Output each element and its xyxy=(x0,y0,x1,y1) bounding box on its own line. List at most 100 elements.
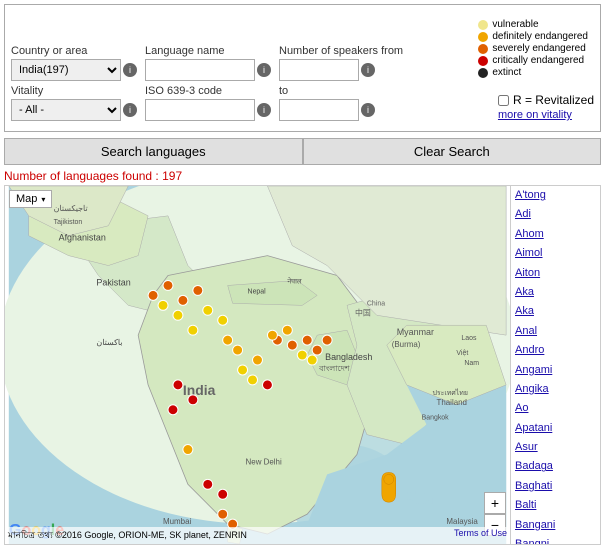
speakers-from-group: Number of speakers from i xyxy=(279,45,403,81)
main-content: Afghanistan Pakistan تاجیکستان Tajikisto… xyxy=(4,185,601,545)
country-select[interactable]: India(197) xyxy=(11,59,121,81)
legend-dot xyxy=(478,56,488,66)
search-buttons-row: Search languages Clear Search xyxy=(4,138,601,165)
language-list-item[interactable]: Aiton xyxy=(511,264,600,283)
language-list-item[interactable]: Angika xyxy=(511,380,600,399)
language-name-group: Language name i xyxy=(145,45,271,81)
language-list-item[interactable]: Balti xyxy=(511,496,600,515)
vitality-label: Vitality xyxy=(11,85,137,97)
iso-label: ISO 639-3 code xyxy=(145,85,271,97)
language-list-item[interactable]: Ao xyxy=(511,399,600,418)
svg-text:Gulf of: Gulf of xyxy=(407,489,428,496)
svg-text:(Burma): (Burma) xyxy=(392,340,421,349)
language-list-item[interactable]: Ahom xyxy=(511,225,600,244)
svg-text:China: China xyxy=(367,300,385,307)
language-list-item[interactable]: Andro xyxy=(511,341,600,360)
vitality-group: Vitality - All - i xyxy=(11,85,137,121)
language-list-item[interactable]: Bangni xyxy=(511,535,600,545)
country-group: Country or area India(197) i xyxy=(11,45,137,81)
svg-text:বাংলাদেশ: বাংলাদেশ xyxy=(318,364,350,373)
language-list-item[interactable]: Adi xyxy=(511,205,600,224)
svg-text:中国: 中国 xyxy=(355,307,371,317)
svg-text:Bangkok: Bangkok xyxy=(422,415,450,422)
svg-text:ประเทศไทย: ประเทศไทย xyxy=(433,388,468,397)
legend-label: definitely endangered xyxy=(492,31,588,42)
map-type-button[interactable]: Map ▾ xyxy=(9,190,52,208)
legend-item: vulnerable xyxy=(478,19,588,30)
svg-text:New Delhi: New Delhi xyxy=(246,457,282,466)
legend-item: definitely endangered xyxy=(478,31,588,42)
svg-text:Nam: Nam xyxy=(464,360,479,367)
map-type-label: Map xyxy=(16,193,37,205)
svg-text:Laos: Laos xyxy=(461,335,477,342)
language-list-item[interactable]: Bangani xyxy=(511,516,600,535)
legend-item: severely endangered xyxy=(478,43,588,54)
svg-text:Nepal: Nepal xyxy=(248,288,267,295)
legend-items: vulnerabledefinitely endangeredseverely … xyxy=(478,19,588,78)
search-languages-button[interactable]: Search languages xyxy=(4,138,303,165)
country-info-icon[interactable]: i xyxy=(123,63,137,77)
svg-text:नेपाल: नेपाल xyxy=(287,276,302,285)
legend-item: extinct xyxy=(478,67,588,78)
zoom-in-button[interactable]: + xyxy=(484,492,506,514)
legend-dot xyxy=(478,32,488,42)
search-tools-panel: Country or area India(197) i Language na… xyxy=(4,4,601,132)
language-list-item[interactable]: Anal xyxy=(511,322,600,341)
svg-text:Việt: Việt xyxy=(456,350,468,357)
vitality-info-icon[interactable]: i xyxy=(123,103,137,117)
svg-text:Mumbai: Mumbai xyxy=(163,517,191,526)
iso-info-icon[interactable]: i xyxy=(257,103,271,117)
svg-text:باکستان: باکستان xyxy=(96,338,122,347)
svg-text:Thailand: Thailand xyxy=(437,398,467,407)
language-list-item[interactable]: Asur xyxy=(511,438,600,457)
speakers-from-label: Number of speakers from xyxy=(279,45,403,57)
language-list-item[interactable]: Aka xyxy=(511,283,600,302)
speakers-from-info-icon[interactable]: i xyxy=(361,63,375,77)
language-name-label: Language name xyxy=(145,45,271,57)
map-container: Afghanistan Pakistan تاجیکستان Tajikisto… xyxy=(4,185,511,545)
speakers-from-input[interactable] xyxy=(279,59,359,81)
revitalized-checkbox[interactable] xyxy=(498,95,509,106)
language-list-item[interactable]: Apatani xyxy=(511,419,600,438)
svg-text:تاجیکستان: تاجیکستان xyxy=(54,204,88,213)
map-type-arrow-icon: ▾ xyxy=(41,195,45,204)
iso-group: ISO 639-3 code i xyxy=(145,85,271,121)
language-list-item[interactable]: A'tong xyxy=(511,186,600,205)
language-list-item[interactable]: Aimol xyxy=(511,244,600,263)
map-credit: মানচিত্র তথ্য ©2016 Google, ORION-ME, SK… xyxy=(8,528,247,543)
revitalized-row: R = Revitalized xyxy=(498,93,594,107)
revitalized-section: R = Revitalized more on vitality xyxy=(498,90,594,121)
iso-input[interactable] xyxy=(145,99,255,121)
country-label: Country or area xyxy=(11,45,137,57)
svg-text:Malaysia: Malaysia xyxy=(446,517,478,526)
legend-panel: vulnerabledefinitely endangeredseverely … xyxy=(472,17,594,81)
language-list-item[interactable]: Aka xyxy=(511,302,600,321)
clear-search-button[interactable]: Clear Search xyxy=(303,138,602,165)
svg-text:India: India xyxy=(183,382,216,398)
speakers-to-label: to xyxy=(279,85,375,97)
legend-dot xyxy=(478,68,488,78)
language-list-item[interactable]: Badaga xyxy=(511,457,600,476)
legend-label: severely endangered xyxy=(492,43,585,54)
language-name-info-icon[interactable]: i xyxy=(257,63,271,77)
language-list-item[interactable]: Angami xyxy=(511,361,600,380)
revitalized-label: R = Revitalized xyxy=(513,93,594,107)
speakers-to-input[interactable] xyxy=(279,99,359,121)
svg-text:Tajikiston: Tajikiston xyxy=(54,219,83,226)
language-name-input[interactable] xyxy=(145,59,255,81)
language-list-item[interactable]: Baghati xyxy=(511,477,600,496)
map-footer: মানচিত্র তথ্য ©2016 Google, ORION-ME, SK… xyxy=(5,527,510,544)
svg-text:Myanmar: Myanmar xyxy=(397,327,434,337)
speakers-to-group: to i xyxy=(279,85,375,121)
legend-label: critically endangered xyxy=(492,55,584,66)
more-vitality-link[interactable]: more on vitality xyxy=(498,109,594,121)
results-count: Number of languages found : 197 xyxy=(4,169,601,183)
speakers-to-info-icon[interactable]: i xyxy=(361,103,375,117)
vitality-select[interactable]: - All - xyxy=(11,99,121,121)
terms-of-use-link[interactable]: Terms of Use xyxy=(454,528,507,543)
legend-dot xyxy=(478,44,488,54)
svg-text:Afghanistan: Afghanistan xyxy=(59,233,106,243)
legend-item: critically endangered xyxy=(478,55,588,66)
map-svg: Afghanistan Pakistan تاجیکستان Tajikisto… xyxy=(5,186,510,544)
svg-text:Thailand: Thailand xyxy=(407,499,434,506)
